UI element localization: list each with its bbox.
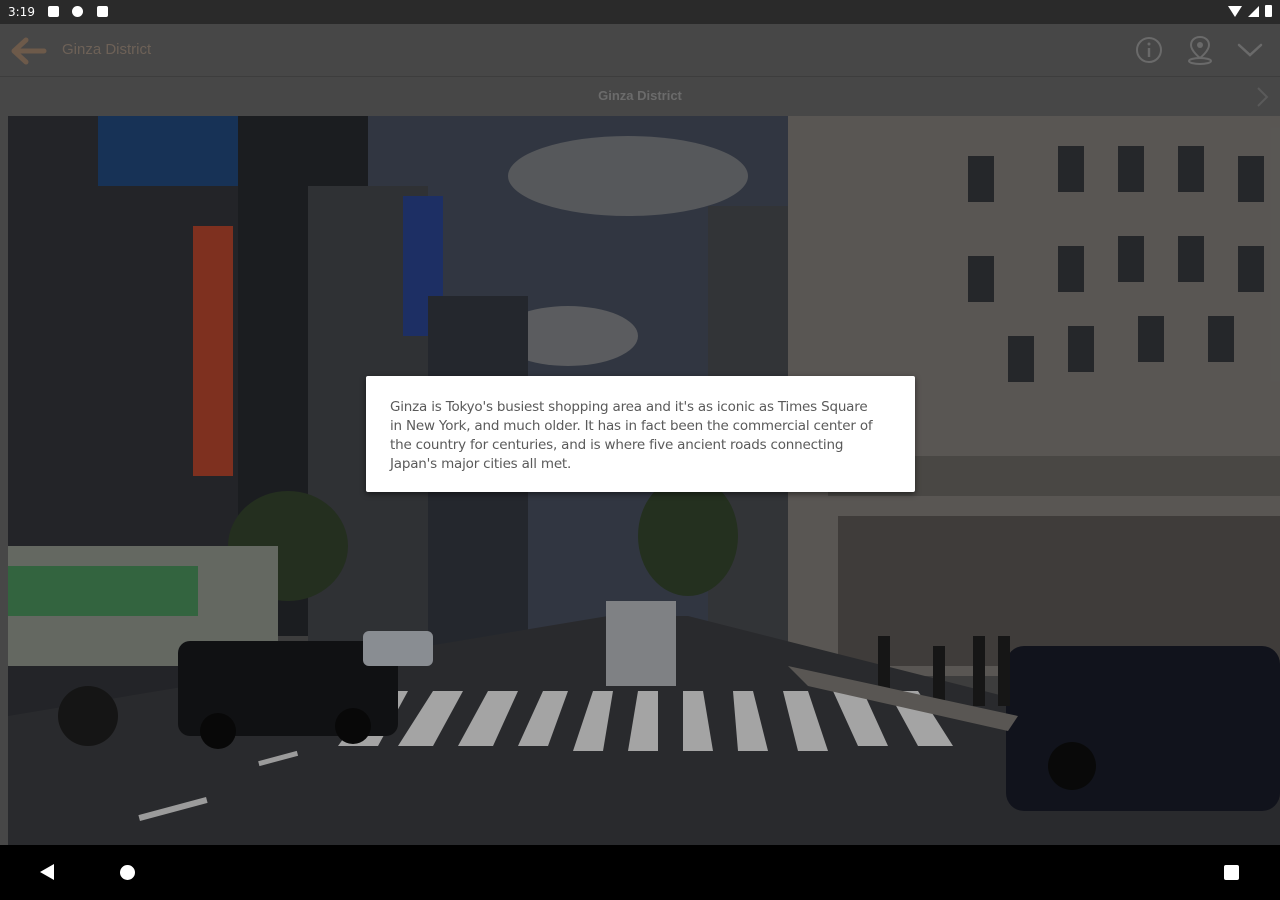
app-bar: Ginza District [0,24,1280,76]
sub-header: Ginza District [0,76,1280,117]
sub-header-title: Ginza District [598,88,682,103]
app-bar-title: Ginza District [62,41,152,58]
location-pin-icon[interactable] [1186,34,1214,66]
info-dialog[interactable]: Ginza is Tokyo's busiest shopping area a… [366,376,915,492]
system-nav-bar [0,845,1280,900]
nav-recents-icon[interactable] [1224,865,1239,880]
dialog-description: Ginza is Tokyo's busiest shopping area a… [390,399,873,472]
chevron-right-icon[interactable] [1254,85,1270,109]
signal-icon [1248,5,1259,17]
storage-icon [97,6,108,17]
chevron-down-icon[interactable] [1235,38,1265,62]
nav-back-icon[interactable] [40,864,54,880]
status-right [1228,5,1272,17]
left-edge [0,116,8,845]
notification-icon [48,6,59,17]
status-bar: 3:19 [0,0,1280,24]
status-time: 3:19 [8,5,35,19]
battery-icon [1265,5,1272,17]
back-arrow-icon[interactable] [8,36,48,66]
app-notification-icon [72,6,83,17]
info-icon[interactable] [1135,36,1163,64]
wifi-icon [1228,5,1242,17]
nav-home-icon[interactable] [120,865,135,880]
